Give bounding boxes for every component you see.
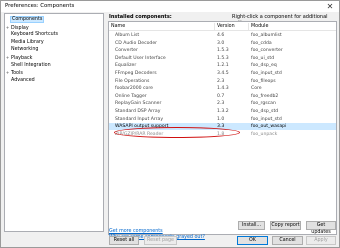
component-version: 1.4.3 — [217, 86, 229, 92]
component-name: ReplayGain Scanner — [115, 101, 162, 107]
component-module: foo_converter — [251, 48, 283, 54]
component-version: 4.6 — [217, 33, 225, 38]
install-button[interactable]: Install... — [238, 221, 265, 230]
tree-item-label: Keyboard Shortcuts — [11, 32, 59, 38]
component-row[interactable]: Equalizer 1.2.1 foo_dsp_eq — [109, 62, 336, 69]
component-name: ZIP/GZIP/RAR Reader — [115, 131, 164, 137]
apply-button[interactable]: Apply — [306, 236, 336, 245]
component-row[interactable]: WASAPI output support 3.3 foo_out_wasapi — [109, 123, 336, 131]
component-version: 1.0 — [217, 116, 225, 122]
component-version: 3.4.5 — [217, 71, 229, 76]
title-bar[interactable]: Preferences: Components ✕ — [1, 1, 339, 12]
component-name: Equalizer — [115, 63, 137, 69]
window-title: Preferences: Components — [5, 3, 75, 9]
tree-item[interactable]: Advanced — [5, 77, 36, 84]
component-version: 2.3 — [217, 78, 225, 84]
copy-report-button[interactable]: Copy report — [270, 221, 301, 230]
component-name: Standard Input Array — [115, 116, 164, 122]
component-module: foo_out_wasapi — [251, 124, 287, 130]
component-version: 0.7 — [217, 93, 225, 99]
close-icon[interactable]: ✕ — [325, 1, 335, 12]
component-row[interactable]: Standard Input Array 1.0 foo_input_std — [109, 116, 336, 123]
component-name: Default User Interface — [115, 55, 166, 61]
component-name: Converter — [115, 48, 138, 54]
component-module: foo_input_std — [251, 71, 282, 76]
tree-item[interactable]: + Display — [5, 24, 30, 31]
reset-page-button[interactable]: Reset page — [144, 236, 177, 245]
component-name: Standard DSP Array — [115, 109, 161, 114]
tree-item[interactable]: + Tools — [5, 69, 24, 76]
component-module: foo_dsp_eq — [251, 63, 277, 69]
tree-item-label: Components — [10, 16, 45, 23]
component-row[interactable]: ReplayGain Scanner 2.3 foo_rgscan — [109, 100, 336, 107]
tree-item[interactable]: + Playback — [5, 54, 33, 61]
component-row[interactable]: Default User Interface 1.5.3 foo_ui_std — [109, 55, 336, 62]
tree-item-label: Media Library — [11, 39, 44, 45]
reset-all-button[interactable]: Reset all — [109, 236, 139, 245]
component-row[interactable]: Standard DSP Array 1.3.2 foo_dsp_std — [109, 108, 336, 115]
components-list[interactable]: Name Version Module Album List 4.6 foo_alb… — [108, 21, 337, 235]
component-row[interactable]: Album List 4.6 foo_albumlist — [109, 32, 336, 39]
component-row[interactable]: foobar2000 core 1.4.3 Core — [109, 85, 336, 92]
component-version: 1.2.1 — [217, 63, 229, 69]
component-module: foo_ui_std — [251, 55, 275, 61]
tree-item[interactable]: Shell Integration — [5, 62, 52, 69]
component-version: 2.3 — [217, 101, 225, 107]
component-version: 1.3.2 — [217, 109, 229, 114]
component-name: foobar2000 core — [115, 86, 153, 92]
preferences-tree[interactable]: Components + Display Keyboard Shortcuts Medi… — [4, 13, 104, 232]
ok-button[interactable]: OK — [237, 236, 268, 245]
tree-item[interactable]: Networking — [5, 46, 39, 53]
component-row[interactable]: Converter 1.5.3 foo_converter — [109, 47, 336, 54]
component-row[interactable]: FFmpeg Decoders 3.4.5 foo_input_std — [109, 70, 336, 77]
component-version: 1.5.3 — [217, 48, 229, 54]
component-row[interactable]: Online Tagger 0.7 foo_freedb2 — [109, 93, 336, 100]
tree-item[interactable]: Components — [5, 16, 45, 23]
component-version: 3.3 — [217, 124, 225, 130]
component-module: foo_unpack — [251, 131, 278, 137]
component-name: CD Audio Decoder — [115, 40, 158, 46]
tree-item[interactable]: Keyboard Shortcuts — [5, 31, 59, 38]
tree-item-label: Playback — [11, 56, 33, 61]
component-name: Album List — [115, 33, 140, 38]
component-version: 1.5.3 — [217, 55, 229, 61]
tree-item-label: Advanced — [11, 77, 35, 83]
component-module: foo_input_std — [251, 116, 282, 122]
component-name: File Operations — [115, 78, 150, 84]
component-name: WASAPI output support — [115, 124, 169, 130]
cancel-button[interactable]: Cancel — [272, 236, 303, 245]
tree-item-label: Networking — [11, 47, 39, 53]
component-row[interactable]: ZIP/GZIP/RAR Reader 1.8 foo_unpack — [109, 131, 336, 138]
component-module: foo_albumlist — [251, 33, 282, 38]
installed-components-heading: Installed components: — [109, 14, 172, 20]
tree-item-label: Shell Integration — [11, 62, 51, 68]
column-header-name[interactable]: Name — [109, 23, 215, 30]
component-module: Core — [251, 86, 262, 92]
get-more-components-link[interactable]: Get more components — [109, 229, 163, 234]
tree-item[interactable]: Media Library — [5, 39, 45, 46]
tree-item-label: Tools — [11, 71, 23, 77]
get-updates-button[interactable]: Get updates — [306, 221, 336, 235]
component-row[interactable]: CD Audio Decoder 3.0 foo_cdda — [109, 40, 336, 47]
component-row[interactable]: File Operations 2.3 foo_fileops — [109, 78, 336, 85]
component-module: foo_fileops — [251, 78, 276, 84]
preferences-window: Preferences: Components ✕ Components + Dis… — [0, 0, 340, 248]
component-name: Online Tagger — [115, 93, 147, 99]
component-module: foo_freedb2 — [251, 93, 279, 99]
component-module: foo_dsp_std — [251, 109, 279, 114]
tree-item-label: Display — [11, 25, 29, 31]
column-header-module[interactable]: Module — [249, 23, 336, 30]
component-name: FFmpeg Decoders — [115, 71, 157, 76]
component-module: foo_rgscan — [251, 101, 276, 107]
component-module: foo_cdda — [251, 40, 272, 46]
column-header-version[interactable]: Version — [215, 23, 249, 30]
list-header: Name Version Module — [109, 22, 336, 31]
component-version: 1.8 — [217, 131, 225, 137]
component-version: 3.0 — [217, 40, 225, 46]
